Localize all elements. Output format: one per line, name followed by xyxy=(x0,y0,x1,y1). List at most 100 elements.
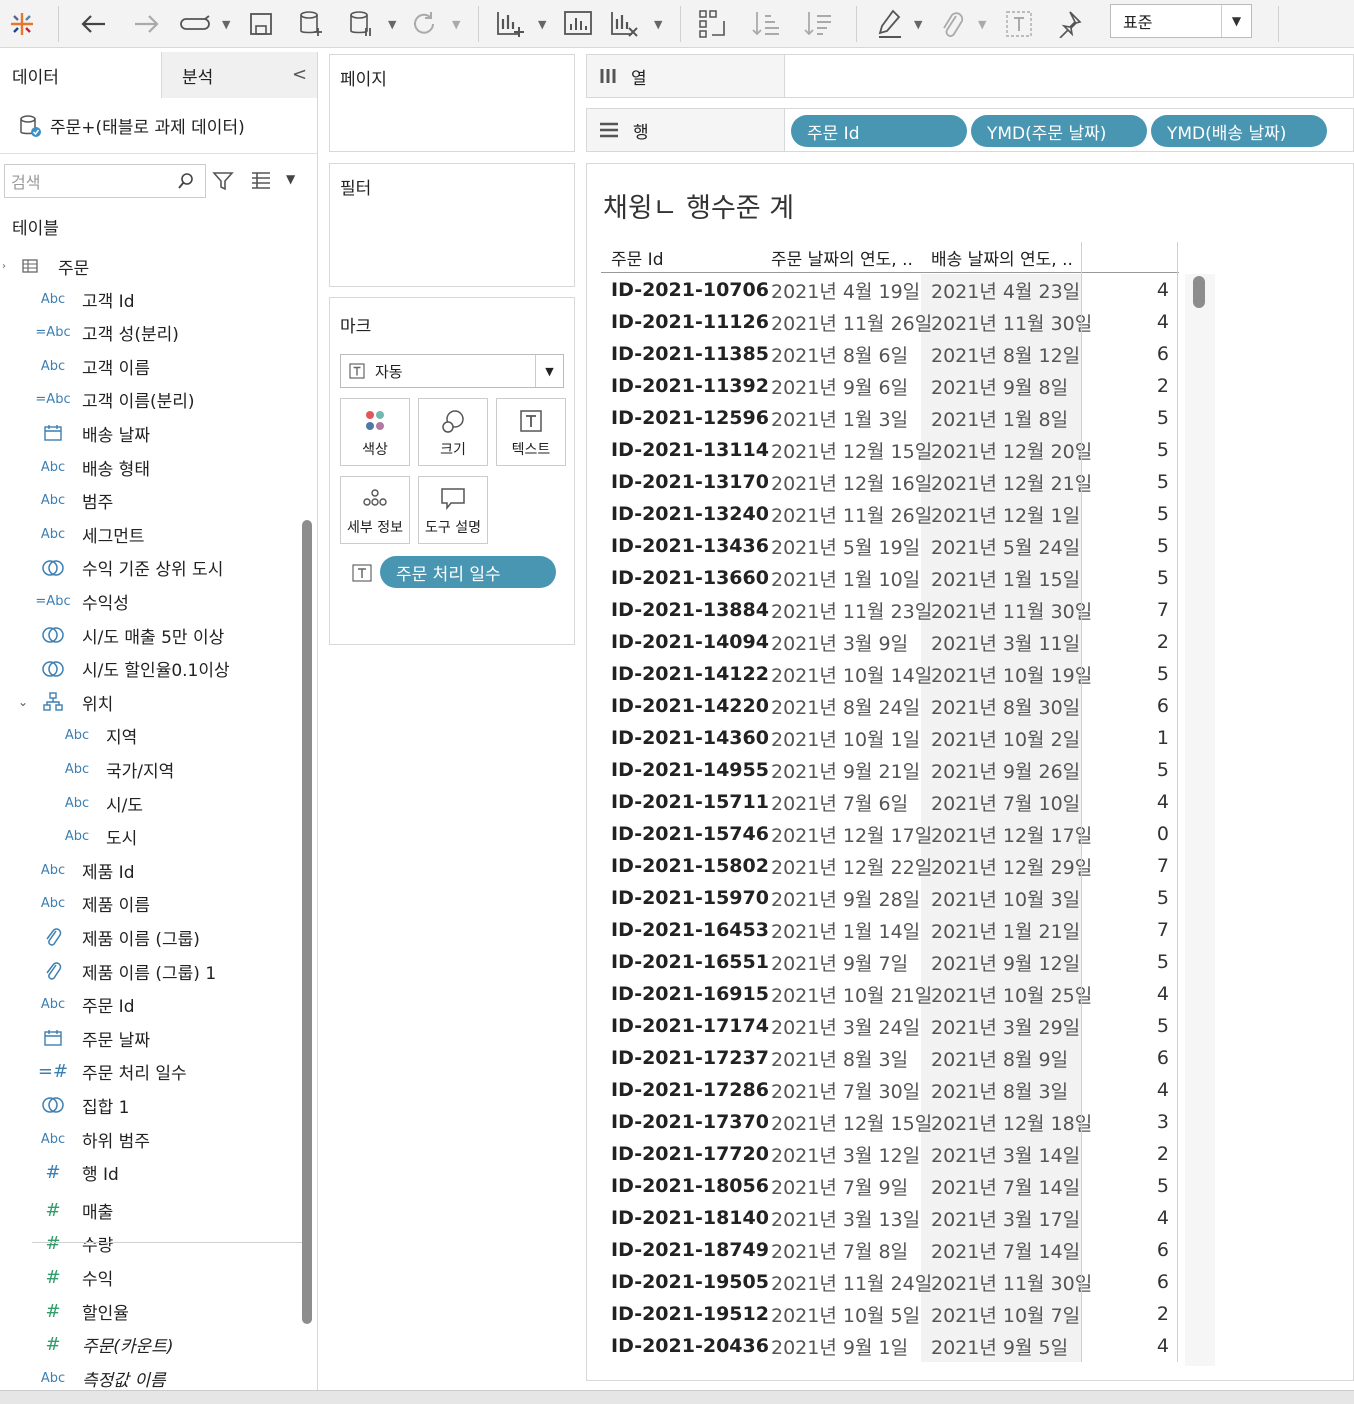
field-item[interactable]: # 수량 xyxy=(0,1229,300,1259)
field-item[interactable]: # 행 Id xyxy=(0,1158,300,1188)
sort-asc-icon[interactable] xyxy=(748,0,784,48)
list-view-icon[interactable] xyxy=(250,170,272,190)
color-button[interactable]: 색상 xyxy=(340,398,410,466)
table-row[interactable]: ID-2021-16915 2021년 10월 21일 2021년 10월 25일 4 xyxy=(601,978,1179,1010)
field-item[interactable]: Abc 하위 범주 xyxy=(0,1124,300,1154)
table-row[interactable]: ID-2021-14220 2021년 8월 24일 2021년 8월 30일 6 xyxy=(601,690,1179,722)
table-row[interactable]: ID-2021-17174 2021년 3월 24일 2021년 3월 29일 5 xyxy=(601,1010,1179,1042)
chevron-down-icon[interactable]: ⌄ xyxy=(18,695,28,709)
row-pill-order-date[interactable]: YMD(주문 날짜) xyxy=(971,115,1147,147)
chevron-down-icon[interactable]: ▼ xyxy=(535,355,563,387)
field-item[interactable]: Abc 배송 형태 xyxy=(0,452,300,482)
filters-card[interactable]: 필터 xyxy=(329,163,575,287)
show-labels-icon[interactable] xyxy=(1002,0,1036,48)
highlight-icon[interactable] xyxy=(874,0,906,48)
table-row[interactable]: ID-2021-20436 2021년 9월 1일 2021년 9월 5일 4 xyxy=(601,1330,1179,1362)
search-input[interactable]: 검색 xyxy=(4,164,206,198)
table-row[interactable]: ID-2021-19505 2021년 11월 24일 2021년 11월 30일 6 xyxy=(601,1266,1179,1298)
field-item[interactable]: Abc 범주 xyxy=(0,486,300,516)
table-row[interactable]: ID-2021-17720 2021년 3월 12일 2021년 3월 14일 2 xyxy=(601,1138,1179,1170)
save-icon[interactable] xyxy=(246,0,276,48)
view-menu-chevron-icon[interactable]: ▼ xyxy=(286,172,295,186)
table-row[interactable]: ID-2021-13660 2021년 1월 10일 2021년 1월 15일 5 xyxy=(601,562,1179,594)
rows-shelf[interactable]: 행 주문 Id YMD(주문 날짜) YMD(배송 날짜) xyxy=(586,108,1354,152)
field-item[interactable]: 시/도 할인율0.1이상 xyxy=(0,654,300,684)
table-row[interactable]: ID-2021-13114 2021년 12월 15일 2021년 12월 20일 5 xyxy=(601,434,1179,466)
table-item[interactable]: › 주문 xyxy=(0,252,300,280)
sort-desc-icon[interactable] xyxy=(800,0,836,48)
table-row[interactable]: ID-2021-14360 2021년 10월 1일 2021년 10월 2일 1 xyxy=(601,722,1179,754)
table-row[interactable]: ID-2021-14094 2021년 3월 9일 2021년 3월 11일 2 xyxy=(601,626,1179,658)
clear-sheet-icon[interactable] xyxy=(606,0,642,48)
field-item[interactable]: # 매출 xyxy=(0,1195,300,1225)
worksheet-view[interactable]: 채윙ㄴ 행수준 계 주문 Id 주문 날짜의 연도, .. 배송 날짜의 연도,… xyxy=(586,163,1354,1381)
header-order-date[interactable]: 주문 날짜의 연도, .. xyxy=(771,242,913,272)
pages-card[interactable]: 페이지 xyxy=(329,54,575,152)
table-row[interactable]: ID-2021-13240 2021년 11월 26일 2021년 12월 1일 5 xyxy=(601,498,1179,530)
text-button[interactable]: 텍스트 xyxy=(496,398,566,466)
redo-icon[interactable] xyxy=(128,0,164,48)
new-worksheet-icon[interactable] xyxy=(492,0,528,48)
columns-shelf[interactable]: 열 xyxy=(586,54,1354,98)
field-item[interactable]: Abc 제품 이름 xyxy=(0,889,300,919)
text-encoding-icon[interactable] xyxy=(352,564,372,582)
row-pill-ship-date[interactable]: YMD(배송 날짜) xyxy=(1151,115,1327,147)
datasource-item[interactable]: 주문+(태블로 과제 데이터) xyxy=(0,98,317,154)
field-item[interactable]: =Abc 고객 성(분리) xyxy=(0,318,300,348)
undo-icon[interactable] xyxy=(76,0,112,48)
table-row[interactable]: ID-2021-15746 2021년 12월 17일 2021년 12월 17일 0 xyxy=(601,818,1179,850)
field-item[interactable]: =Abc 수익성 xyxy=(0,586,300,616)
table-row[interactable]: ID-2021-11126 2021년 11월 26일 2021년 11월 30일 4 xyxy=(601,306,1179,338)
header-ship-date[interactable]: 배송 날짜의 연도, .. xyxy=(931,242,1073,272)
table-row[interactable]: ID-2021-11385 2021년 8월 6일 2021년 8월 12일 6 xyxy=(601,338,1179,370)
table-row[interactable]: ID-2021-18749 2021년 7월 8일 2021년 7월 14일 6 xyxy=(601,1234,1179,1266)
table-row[interactable]: ID-2021-14955 2021년 9월 21일 2021년 9월 26일 5 xyxy=(601,754,1179,786)
table-row[interactable]: ID-2021-16453 2021년 1월 14일 2021년 1월 21일 7 xyxy=(601,914,1179,946)
text-pill[interactable]: 주문 처리 일수 xyxy=(380,556,556,588)
table-row[interactable]: ID-2021-15802 2021년 12월 22일 2021년 12월 29일 7 xyxy=(601,850,1179,882)
table-row[interactable]: ID-2021-17370 2021년 12월 15일 2021년 12월 18일 3 xyxy=(601,1106,1179,1138)
table-row[interactable]: ID-2021-13436 2021년 5월 19일 2021년 5월 24일 5 xyxy=(601,530,1179,562)
field-item[interactable]: =Abc 고객 이름(분리) xyxy=(0,385,300,415)
header-order-id[interactable]: 주문 Id xyxy=(611,242,664,272)
row-pill-order-id[interactable]: 주문 Id xyxy=(791,115,967,147)
field-item[interactable]: Abc 세그먼트 xyxy=(0,519,300,549)
chevron-down-icon[interactable]: ▼ xyxy=(1221,5,1251,37)
field-item[interactable]: 제품 이름 (그룹) 1 xyxy=(0,956,300,986)
field-item[interactable]: 주문 날짜 xyxy=(0,1023,300,1053)
expand-icon[interactable]: › xyxy=(2,261,6,272)
data-panel-scrollbar[interactable] xyxy=(302,520,312,1324)
field-item[interactable]: Abc 시/도 xyxy=(0,788,300,818)
field-item[interactable]: Abc 고객 Id xyxy=(0,284,300,314)
tooltip-button[interactable]: 도구 설명 xyxy=(418,476,488,544)
table-row[interactable]: ID-2021-17237 2021년 8월 3일 2021년 8월 9일 6 xyxy=(601,1042,1179,1074)
table-row[interactable]: ID-2021-14122 2021년 10월 14일 2021년 10월 19일 5 xyxy=(601,658,1179,690)
table-row[interactable]: ID-2021-11392 2021년 9월 6일 2021년 9월 8일 2 xyxy=(601,370,1179,402)
table-row[interactable]: ID-2021-18056 2021년 7월 9일 2021년 7월 14일 5 xyxy=(601,1170,1179,1202)
table-row[interactable]: ID-2021-13884 2021년 11월 23일 2021년 11월 30일 7 xyxy=(601,594,1179,626)
field-item[interactable]: 수익 기준 상위 도시 xyxy=(0,553,300,583)
field-item[interactable]: Abc 제품 Id xyxy=(0,855,300,885)
group-icon[interactable] xyxy=(936,0,968,48)
table-row[interactable]: ID-2021-12596 2021년 1월 3일 2021년 1월 8일 5 xyxy=(601,402,1179,434)
field-item[interactable]: Abc 지역 xyxy=(0,721,300,751)
field-item[interactable]: Abc 국가/지역 xyxy=(0,754,300,784)
view-scrollbar[interactable] xyxy=(1193,276,1205,308)
field-item[interactable]: 집합 1 xyxy=(0,1090,300,1120)
refresh-icon[interactable] xyxy=(406,0,442,48)
tab-data[interactable]: 데이터 xyxy=(0,52,162,98)
new-datasource-icon[interactable] xyxy=(296,0,326,48)
swap-icon[interactable] xyxy=(694,0,734,48)
field-item[interactable]: 제품 이름 (그룹) xyxy=(0,922,300,952)
new-dashboard-icon[interactable] xyxy=(560,0,596,48)
pin-icon[interactable] xyxy=(1052,0,1086,48)
tableau-logo-icon[interactable] xyxy=(6,0,38,48)
collapse-panel-icon[interactable]: < xyxy=(292,64,307,85)
table-row[interactable]: ID-2021-15970 2021년 9월 28일 2021년 10월 3일 5 xyxy=(601,882,1179,914)
size-button[interactable]: 크기 xyxy=(418,398,488,466)
table-row[interactable]: ID-2021-18140 2021년 3월 13일 2021년 3월 17일 4 xyxy=(601,1202,1179,1234)
table-row[interactable]: ID-2021-10706 2021년 4월 19일 2021년 4월 23일 4 xyxy=(601,274,1179,306)
field-item[interactable]: 시/도 매출 5만 이상 xyxy=(0,620,300,650)
field-item[interactable]: # 주문(카운트) xyxy=(0,1330,300,1360)
detail-button[interactable]: 세부 정보 xyxy=(340,476,410,544)
